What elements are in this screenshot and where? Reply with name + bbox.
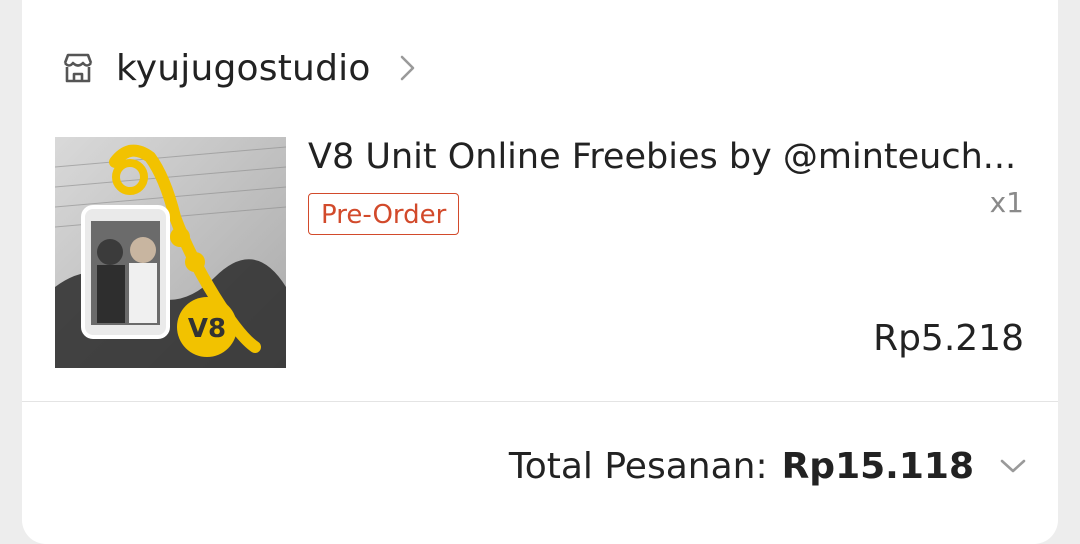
- chevron-down-icon: [998, 457, 1028, 475]
- product-quantity: x1: [989, 186, 1024, 219]
- product-thumbnail[interactable]: V8: [55, 137, 286, 368]
- product-title[interactable]: V8 Unit Online Freebies by @minteuch...: [308, 134, 1024, 180]
- order-card: kyujugostudio V8 V8 Unit Online Freebies…: [22, 0, 1058, 544]
- total-label: Total Pesanan:: [508, 445, 768, 487]
- order-total[interactable]: Total Pesanan: Rp15.118: [509, 440, 1028, 492]
- product-price: Rp5.218: [873, 318, 1024, 359]
- shop-header[interactable]: kyujugostudio: [60, 40, 417, 96]
- total-value: Rp15.118: [781, 445, 974, 487]
- store-icon: [60, 50, 96, 86]
- thumbnail-badge-text: V8: [188, 314, 226, 344]
- chevron-right-icon: [399, 53, 417, 83]
- divider: [22, 401, 1058, 402]
- shop-name: kyujugostudio: [116, 47, 371, 89]
- pre-order-badge: Pre-Order: [308, 193, 460, 235]
